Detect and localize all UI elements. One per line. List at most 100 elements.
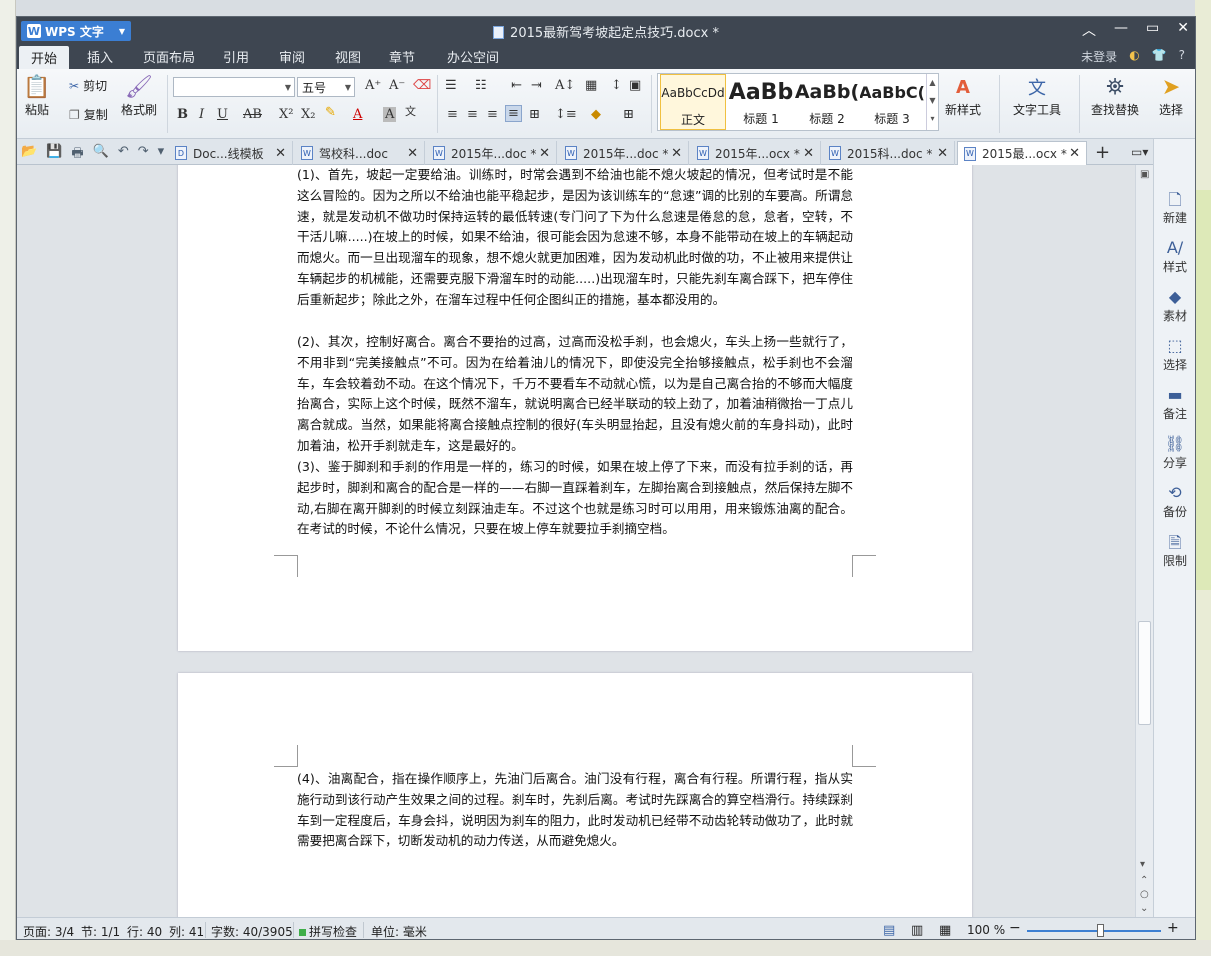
vertical-scrollbar[interactable]: ▣ ▾ ⌃ ○ ⌄	[1135, 165, 1153, 917]
status-page[interactable]: 页面: 3/4	[23, 923, 74, 939]
find-replace-button[interactable]: ⛯ 查找替换	[1091, 73, 1139, 118]
close-icon[interactable]: ✕	[275, 146, 286, 161]
clear-format-icon[interactable]: ⌫	[413, 78, 431, 93]
prev-page-icon[interactable]: ⌃	[1140, 875, 1148, 886]
increase-indent-icon[interactable]: ⇥	[531, 78, 542, 93]
document-canvas[interactable]: (1)、首先，坡起一定要给油。训练时，时常会遇到不给油也能不熄火坡起的情况，但考…	[17, 165, 1135, 917]
strikethrough-icon[interactable]: AB	[243, 107, 262, 122]
tab-list-icon[interactable]: ▭▾	[1131, 145, 1148, 159]
close-icon[interactable]: ✕	[1069, 146, 1080, 161]
border-icon[interactable]: ⊞	[623, 107, 634, 122]
web-view-icon[interactable]: ▦	[939, 923, 951, 938]
customize-icon[interactable]: ▾	[158, 144, 165, 166]
panel-comment-button[interactable]: ▬ 备注	[1154, 385, 1195, 422]
doc-tab[interactable]: W 2015年...doc * ✕	[427, 141, 557, 165]
scroll-thumb[interactable]	[1138, 621, 1151, 725]
bullet-list-icon[interactable]: ☰	[445, 78, 457, 93]
status-word-count[interactable]: 字数: 40/3905	[211, 923, 293, 939]
maximize-icon[interactable]: ▭	[1146, 20, 1159, 40]
panel-share-button[interactable]: ⛓ 分享	[1154, 434, 1195, 471]
highlight-icon[interactable]: ✎	[325, 105, 336, 120]
zoom-slider-track[interactable]	[1027, 930, 1161, 932]
grow-font-icon[interactable]: A⁺	[365, 78, 381, 93]
distribute-icon[interactable]: ⊞	[529, 107, 540, 122]
table-icon[interactable]: ▦	[585, 78, 597, 93]
next-page-icon[interactable]: ⌄	[1140, 903, 1148, 914]
style-heading-2[interactable]: AaBb( 标题 2	[794, 74, 860, 130]
superscript-icon[interactable]: X²	[279, 107, 293, 122]
spell-check-toggle[interactable]: 拼写检查	[299, 923, 357, 939]
justify-icon[interactable]: ≡	[505, 105, 522, 122]
print-preview-icon[interactable]: 🔍	[93, 144, 109, 166]
undo-icon[interactable]: ↶	[118, 144, 129, 166]
doc-tab[interactable]: W 驾校科...doc ✕	[295, 141, 425, 165]
tab-chapter[interactable]: 章节	[389, 47, 415, 66]
collapse-ribbon-icon[interactable]: ︿	[1082, 20, 1096, 40]
tab-insert[interactable]: 插入	[87, 47, 113, 66]
doc-tab[interactable]: W 2015年...doc * ✕	[559, 141, 689, 165]
style-heading-3[interactable]: AaBbC( 标题 3	[860, 74, 924, 130]
font-name-select[interactable]: ▼	[173, 77, 295, 97]
styles-scroll[interactable]: ▲ ▼ ▾	[926, 74, 938, 130]
select-button[interactable]: ➤ 选择	[1157, 73, 1185, 118]
format-painter-button[interactable]: 🖌 格式刷	[121, 73, 157, 118]
panel-styles-button[interactable]: A/样式	[1154, 238, 1195, 275]
zoom-out-icon[interactable]: −	[1009, 920, 1021, 936]
doc-tab[interactable]: W 2015科...doc * ✕	[823, 141, 955, 165]
zoom-slider-handle[interactable]	[1096, 924, 1104, 937]
sort-icon[interactable]: ↕	[611, 78, 622, 93]
zoom-value[interactable]: 100 %	[967, 923, 1005, 937]
text-tools-button[interactable]: 文 文字工具	[1013, 73, 1061, 118]
bold-icon[interactable]: B	[177, 107, 188, 122]
numbered-list-icon[interactable]: ☷	[475, 78, 487, 93]
panel-select-button[interactable]: ⬚ 选择	[1154, 336, 1195, 373]
close-icon[interactable]: ✕	[539, 146, 550, 161]
scroll-down-icon[interactable]: ▾	[1140, 859, 1145, 870]
tab-review[interactable]: 审阅	[279, 47, 305, 66]
copy-button[interactable]: ❐ 复制	[69, 106, 108, 123]
tab-references[interactable]: 引用	[223, 47, 249, 66]
char-shading-icon[interactable]: A	[383, 107, 397, 122]
shirt-icon[interactable]: 👕	[1152, 48, 1167, 65]
underline-icon[interactable]: U	[217, 107, 228, 122]
style-heading-1[interactable]: AaBb 标题 1	[728, 74, 794, 130]
text-direction-icon[interactable]: A↕	[555, 78, 575, 93]
close-icon[interactable]: ✕	[407, 146, 418, 161]
new-style-button[interactable]: A 新样式	[945, 73, 981, 118]
login-link[interactable]: 未登录	[1081, 48, 1117, 65]
line-spacing-icon[interactable]: ↕≡	[555, 107, 577, 122]
align-left-icon[interactable]: ≡	[447, 107, 458, 122]
italic-icon[interactable]: I	[199, 107, 204, 122]
print-icon[interactable]: 🖶	[71, 144, 83, 166]
tab-page-layout[interactable]: 页面布局	[143, 47, 195, 66]
split-view-icon[interactable]: ▣	[1140, 169, 1149, 180]
style-normal[interactable]: AaBbCcDd 正文	[660, 74, 726, 130]
skin-icon[interactable]: ◐	[1129, 48, 1139, 65]
paste-button[interactable]: 📋 粘贴	[23, 73, 51, 118]
shrink-font-icon[interactable]: A⁻	[389, 78, 405, 93]
minimize-icon[interactable]: —	[1114, 20, 1128, 40]
font-size-select[interactable]: 五号 ▼	[297, 77, 355, 97]
doc-tab[interactable]: W 2015年...ocx * ✕	[691, 141, 821, 165]
redo-icon[interactable]: ↷	[138, 144, 149, 166]
close-icon[interactable]: ✕	[937, 146, 948, 161]
cut-button[interactable]: ✂ 剪切	[69, 77, 107, 94]
align-right-icon[interactable]: ≡	[487, 107, 498, 122]
outline-view-icon[interactable]: ▥	[911, 923, 923, 938]
align-center-icon[interactable]: ≡	[467, 107, 478, 122]
panel-new-button[interactable]: 🗋 新建	[1154, 189, 1195, 226]
decrease-indent-icon[interactable]: ⇤	[511, 78, 522, 93]
new-tab-icon[interactable]: +	[1095, 142, 1110, 163]
browse-object-icon[interactable]: ○	[1140, 889, 1149, 900]
subscript-icon[interactable]: X₂	[301, 107, 315, 122]
panel-materials-button[interactable]: ◆ 素材	[1154, 287, 1195, 324]
tab-office-space[interactable]: 办公空间	[447, 47, 499, 66]
page-view-icon[interactable]: ▤	[883, 923, 895, 938]
help-button[interactable]: ?	[1179, 48, 1185, 65]
font-color-icon[interactable]: A	[353, 107, 362, 122]
shading-icon[interactable]: ◆	[591, 107, 601, 122]
doc-tab[interactable]: D Doc...线模板 ✕	[169, 141, 293, 165]
close-icon[interactable]: ✕	[671, 146, 682, 161]
doc-tab-active[interactable]: W 2015最...ocx * ✕	[957, 141, 1087, 165]
tab-view[interactable]: 视图	[335, 47, 361, 66]
